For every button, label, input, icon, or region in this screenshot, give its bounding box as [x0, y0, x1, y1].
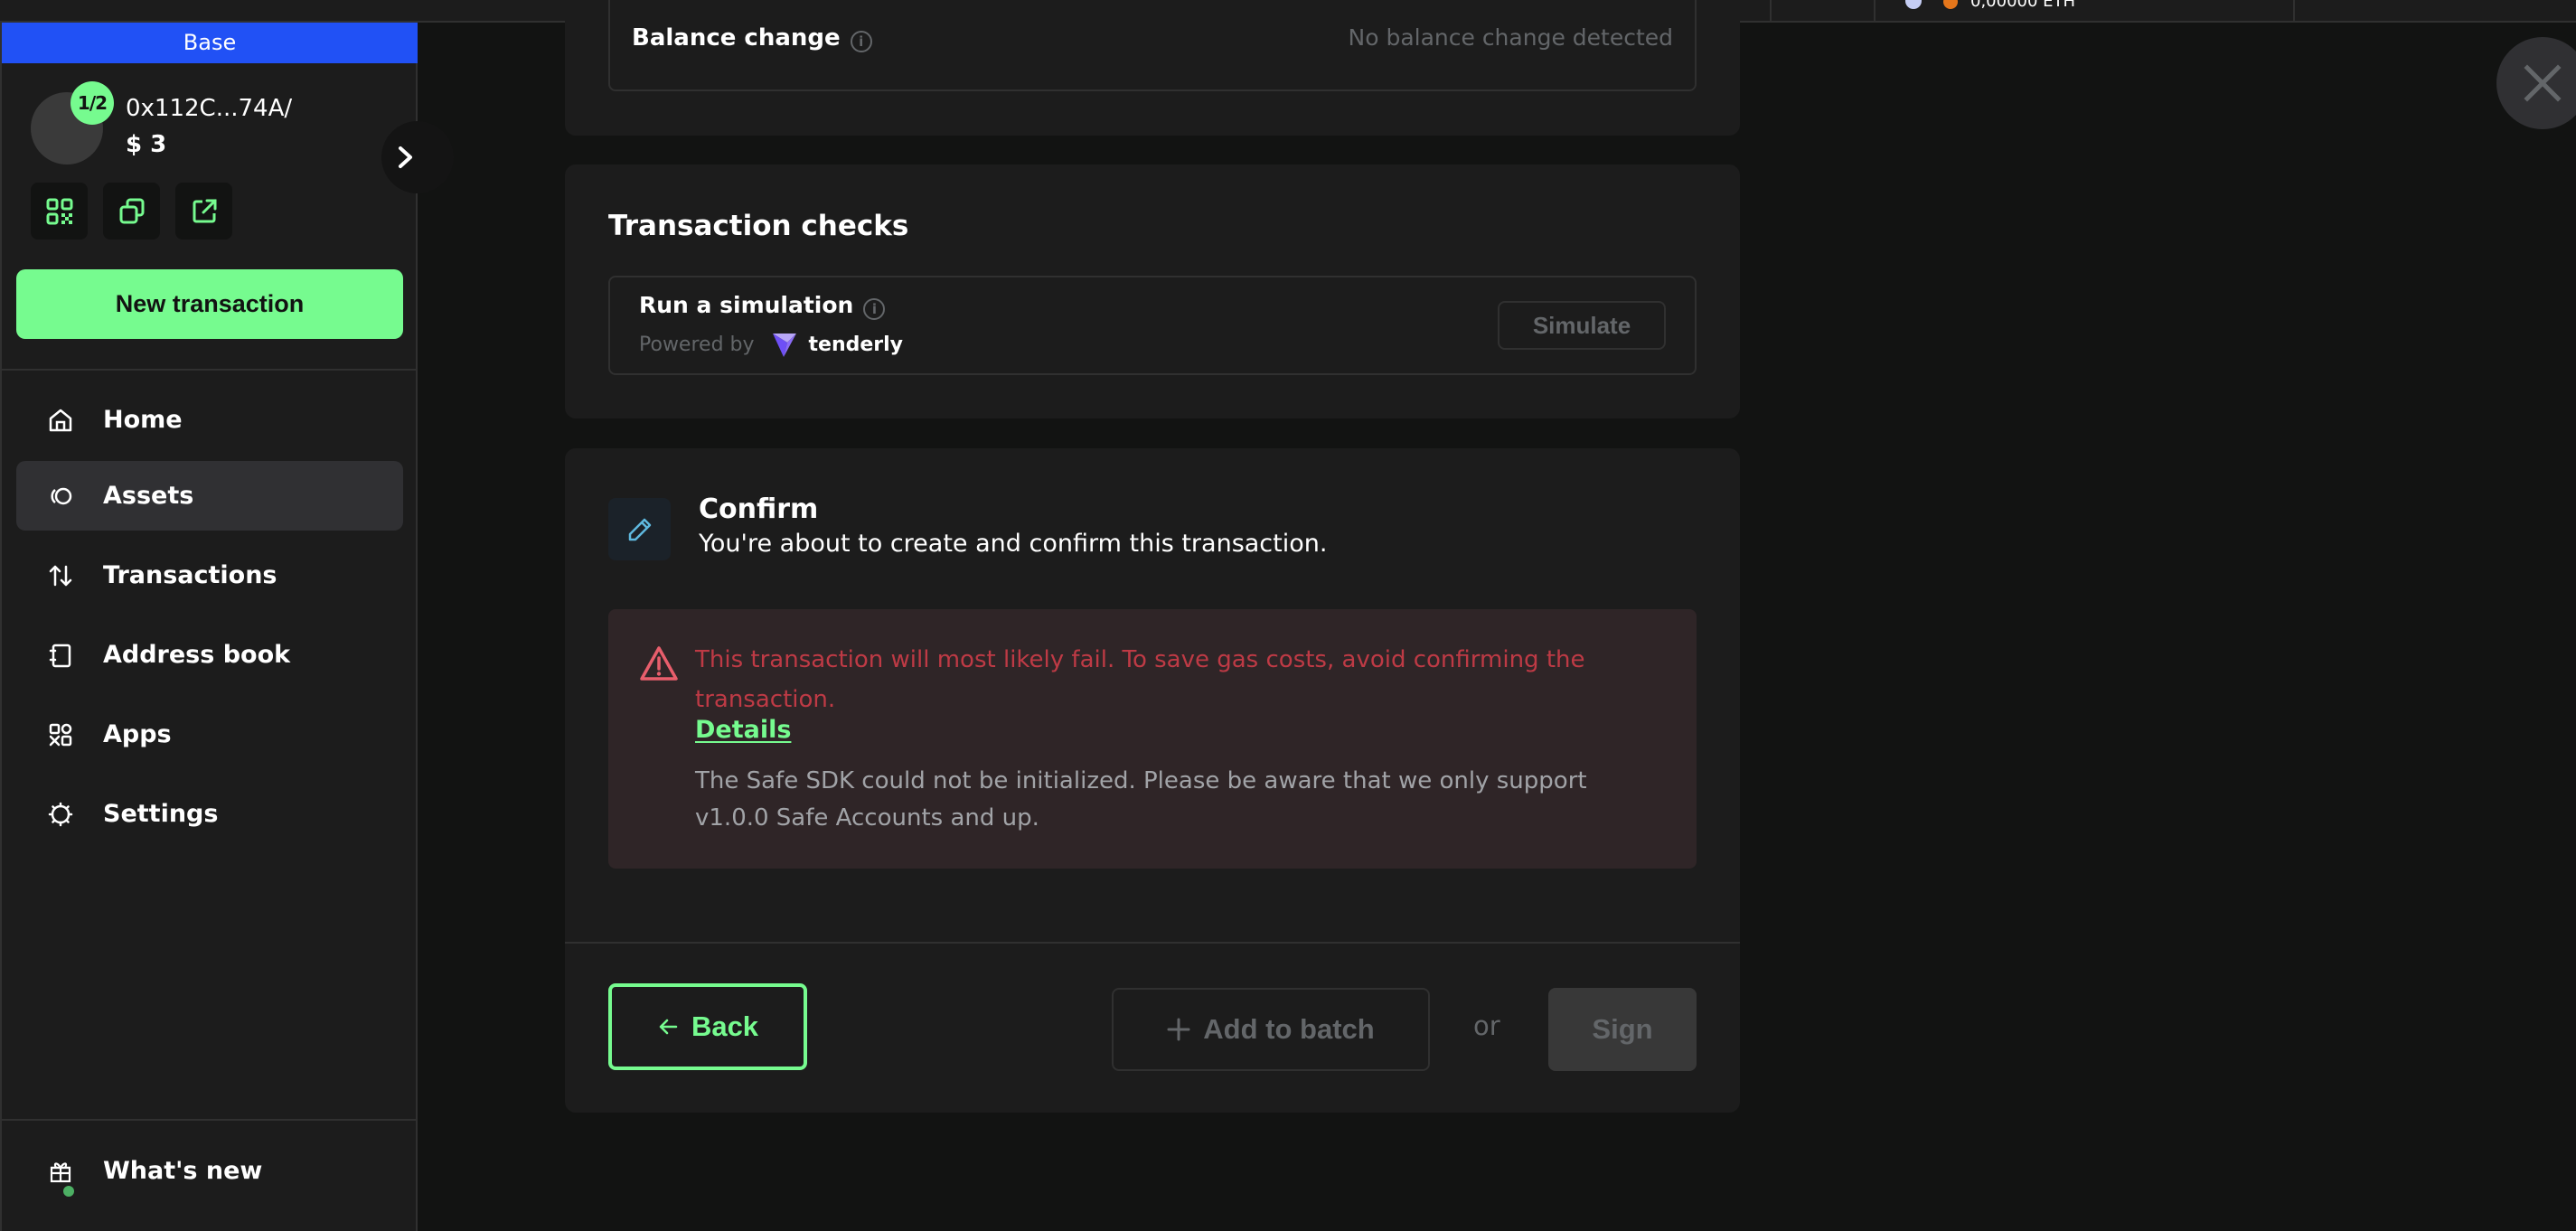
gift-icon — [47, 1158, 74, 1185]
back-label: Back — [691, 1010, 759, 1042]
or-separator: or — [1473, 1010, 1500, 1041]
eth-token-icon — [1905, 0, 1922, 9]
safe-address: 0x112C...74A/ — [126, 95, 293, 122]
sidebar-item-label: Assets — [103, 482, 194, 510]
balance-change-card: Balance change i No balance change detec… — [565, 0, 1740, 136]
pencil-icon — [628, 518, 651, 540]
tenderly-logo-icon — [772, 334, 796, 357]
threshold-badge: 1/2 — [71, 81, 114, 125]
plus-icon — [1167, 1018, 1190, 1041]
tenderly-label: tenderly — [808, 333, 904, 356]
copy-icon — [119, 198, 144, 223]
simulation-box: Run a simulation i Powered by tenderly S… — [608, 276, 1697, 375]
home-icon — [47, 407, 74, 434]
sidebar: Base 1/2 0x112C...74A/ $ 3 New transacti… — [0, 23, 454, 1231]
sidebar-item-label: Address book — [103, 641, 291, 669]
details-link[interactable]: Details — [695, 716, 791, 744]
sidebar-item-transactions[interactable]: Transactions — [16, 540, 403, 610]
address-book-icon — [47, 642, 74, 669]
wallet-balance[interactable]: 0,00000 ETH — [1970, 0, 2075, 11]
simulate-button[interactable]: Simulate — [1498, 301, 1666, 350]
open-explorer-button[interactable] — [175, 183, 232, 240]
network-indicator: Base — [2, 23, 418, 63]
confirm-title: Confirm — [699, 493, 819, 525]
balance-change-value: No balance change detected — [1348, 24, 1674, 51]
sidebar-item-home[interactable]: Home — [16, 385, 403, 455]
apps-icon — [47, 721, 74, 748]
sidebar-item-label: Home — [103, 406, 183, 434]
sidebar-item-whats-new[interactable]: What's new — [16, 1136, 403, 1206]
sidebar-item-settings[interactable]: Settings — [16, 779, 403, 849]
confirm-description: You're about to create and confirm this … — [699, 530, 1328, 558]
simulation-label: Run a simulation — [639, 292, 854, 318]
sidebar-item-label: Apps — [103, 720, 172, 748]
chevron-right-icon — [399, 146, 412, 168]
info-icon[interactable]: i — [850, 30, 872, 52]
notification-dot — [63, 1186, 74, 1197]
sidebar-divider — [2, 1119, 418, 1121]
card-divider — [565, 942, 1740, 944]
sign-button[interactable]: Sign — [1548, 988, 1697, 1071]
top-bar-divider — [2293, 0, 2295, 21]
info-icon[interactable]: i — [863, 297, 886, 320]
confirm-card: Confirm You're about to create and confi… — [565, 448, 1740, 1113]
sidebar-item-apps[interactable]: Apps — [16, 700, 403, 769]
close-icon — [2524, 64, 2562, 102]
close-button[interactable] — [2496, 37, 2576, 129]
tx-failure-warning: This transaction will most likely fail. … — [608, 609, 1697, 869]
external-link-icon — [193, 199, 216, 222]
settings-icon — [47, 801, 74, 828]
metamask-icon — [1943, 0, 1958, 9]
sidebar-item-address-book[interactable]: Address book — [16, 620, 403, 690]
assets-icon — [47, 483, 74, 510]
add-to-batch-button[interactable]: Add to batch — [1112, 988, 1430, 1071]
balance-change-box: Balance change i No balance change detec… — [608, 0, 1697, 91]
copy-address-button[interactable] — [103, 183, 160, 240]
new-transaction-button[interactable]: New transaction — [16, 269, 403, 339]
top-bar-divider — [1874, 0, 1876, 21]
sidebar-divider — [2, 369, 418, 371]
transaction-checks-title: Transaction checks — [608, 210, 909, 242]
qr-code-icon — [46, 198, 72, 224]
qr-code-button[interactable] — [31, 183, 88, 240]
add-to-batch-label: Add to batch — [1203, 1013, 1375, 1045]
sidebar-item-label: Transactions — [103, 561, 277, 589]
warning-message: This transaction will most likely fail. … — [695, 646, 1585, 713]
transactions-icon — [47, 562, 74, 589]
arrow-left-icon — [659, 1019, 678, 1035]
safe-balance: $ 3 — [126, 131, 167, 158]
warning-icon — [640, 646, 678, 681]
error-detail: The Safe SDK could not be initialized. P… — [695, 767, 1587, 832]
balance-change-label: Balance change — [632, 24, 841, 52]
sidebar-item-label: What's new — [103, 1157, 263, 1185]
sidebar-item-label: Settings — [103, 800, 219, 828]
transaction-checks-card: Transaction checks Run a simulation i Po… — [565, 164, 1740, 418]
sidebar-item-assets[interactable]: Assets — [16, 461, 403, 531]
confirm-step-icon — [608, 498, 671, 560]
safe-list-expand-button[interactable] — [381, 121, 454, 193]
powered-by-label: Powered by — [639, 333, 755, 356]
back-button[interactable]: Back — [608, 983, 807, 1070]
top-bar-divider — [1770, 0, 1772, 21]
